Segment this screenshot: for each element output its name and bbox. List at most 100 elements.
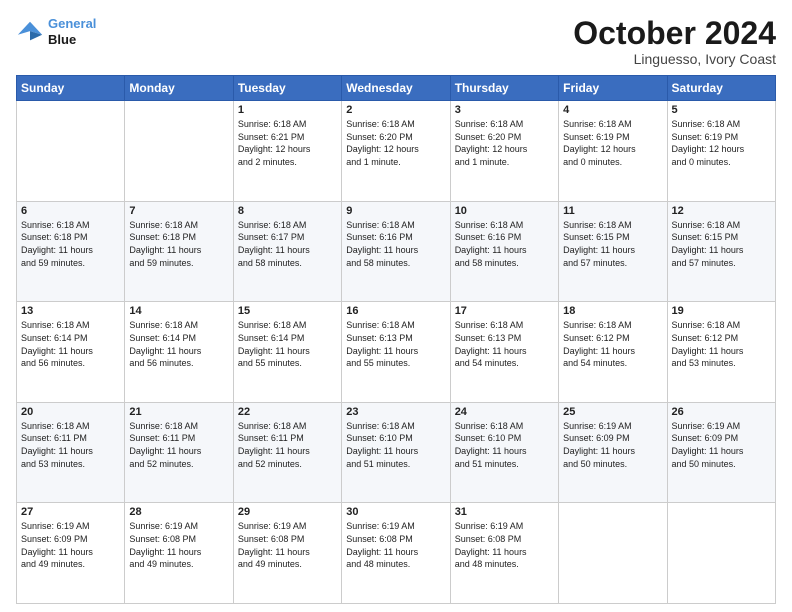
day-number: 4 xyxy=(563,104,662,116)
day-number: 10 xyxy=(455,205,554,217)
day-info: Sunrise: 6:18 AM Sunset: 6:16 PM Dayligh… xyxy=(455,219,554,269)
day-number: 26 xyxy=(672,406,771,418)
calendar-cell xyxy=(667,503,775,604)
calendar-cell: 4 Sunrise: 6:18 AM Sunset: 6:19 PM Daylig… xyxy=(559,101,667,202)
day-info: Sunrise: 6:19 AM Sunset: 6:09 PM Dayligh… xyxy=(672,420,771,470)
calendar-cell xyxy=(559,503,667,604)
day-info: Sunrise: 6:19 AM Sunset: 6:09 PM Dayligh… xyxy=(21,520,120,570)
calendar-cell: 7Sunrise: 6:18 AM Sunset: 6:18 PM Daylig… xyxy=(125,201,233,302)
logo-icon xyxy=(16,18,44,46)
day-number: 14 xyxy=(129,305,228,317)
day-info: Sunrise: 6:18 AM Sunset: 6:11 PM Dayligh… xyxy=(21,420,120,470)
calendar-cell: 13 Sunrise: 6:18 AM Sunset: 6:14 PM Dayli… xyxy=(17,302,125,403)
day-number: 22 xyxy=(238,406,337,418)
day-number: 29 xyxy=(238,506,337,518)
calendar-cell: 26 Sunrise: 6:19 AM Sunset: 6:09 PM Dayli… xyxy=(667,402,775,503)
week-row-1: 1 Sunrise: 6:18 AM Sunset: 6:21 PM Daylig… xyxy=(17,101,776,202)
calendar-cell: 5 Sunrise: 6:18 AM Sunset: 6:19 PM Daylig… xyxy=(667,101,775,202)
day-info: Sunrise: 6:18 AM Sunset: 6:21 PM Dayligh… xyxy=(238,118,337,168)
day-info: Sunrise: 6:18 AM Sunset: 6:15 PM Dayligh… xyxy=(672,219,771,269)
weekday-header-tuesday: Tuesday xyxy=(233,76,341,101)
day-number: 25 xyxy=(563,406,662,418)
day-info: Sunrise: 6:18 AM Sunset: 6:12 PM Dayligh… xyxy=(563,319,662,369)
month-title: October 2024 xyxy=(573,16,776,51)
day-number: 24 xyxy=(455,406,554,418)
day-info: Sunrise: 6:18 AM Sunset: 6:16 PM Dayligh… xyxy=(346,219,445,269)
calendar-cell: 18Sunrise: 6:18 AM Sunset: 6:12 PM Dayli… xyxy=(559,302,667,403)
calendar-cell: 24 Sunrise: 6:18 AM Sunset: 6:10 PM Dayli… xyxy=(450,402,558,503)
weekday-header-sunday: Sunday xyxy=(17,76,125,101)
calendar-cell: 6Sunrise: 6:18 AM Sunset: 6:18 PM Daylig… xyxy=(17,201,125,302)
day-info: Sunrise: 6:18 AM Sunset: 6:12 PM Dayligh… xyxy=(672,319,771,369)
day-number: 2 xyxy=(346,104,445,116)
week-row-3: 13 Sunrise: 6:18 AM Sunset: 6:14 PM Dayli… xyxy=(17,302,776,403)
day-info: Sunrise: 6:18 AM Sunset: 6:14 PM Dayligh… xyxy=(238,319,337,369)
day-info: Sunrise: 6:19 AM Sunset: 6:08 PM Dayligh… xyxy=(455,520,554,570)
weekday-header-row: SundayMondayTuesdayWednesdayThursdayFrid… xyxy=(17,76,776,101)
day-number: 28 xyxy=(129,506,228,518)
day-number: 30 xyxy=(346,506,445,518)
calendar-cell: 2 Sunrise: 6:18 AM Sunset: 6:20 PM Daylig… xyxy=(342,101,450,202)
calendar-cell: 19 Sunrise: 6:18 AM Sunset: 6:12 PM Dayli… xyxy=(667,302,775,403)
day-info: Sunrise: 6:18 AM Sunset: 6:20 PM Dayligh… xyxy=(346,118,445,168)
day-number: 1 xyxy=(238,104,337,116)
day-info: Sunrise: 6:18 AM Sunset: 6:10 PM Dayligh… xyxy=(346,420,445,470)
day-info: Sunrise: 6:18 AM Sunset: 6:20 PM Dayligh… xyxy=(455,118,554,168)
calendar-cell: 9 Sunrise: 6:18 AM Sunset: 6:16 PM Daylig… xyxy=(342,201,450,302)
calendar-cell: 27Sunrise: 6:19 AM Sunset: 6:09 PM Dayli… xyxy=(17,503,125,604)
calendar-cell: 23 Sunrise: 6:18 AM Sunset: 6:10 PM Dayli… xyxy=(342,402,450,503)
logo-text: General Blue xyxy=(48,16,96,47)
calendar-cell: 20Sunrise: 6:18 AM Sunset: 6:11 PM Dayli… xyxy=(17,402,125,503)
day-number: 7 xyxy=(129,205,228,217)
calendar-cell: 21 Sunrise: 6:18 AM Sunset: 6:11 PM Dayli… xyxy=(125,402,233,503)
day-info: Sunrise: 6:18 AM Sunset: 6:11 PM Dayligh… xyxy=(238,420,337,470)
day-number: 21 xyxy=(129,406,228,418)
day-number: 31 xyxy=(455,506,554,518)
day-info: Sunrise: 6:18 AM Sunset: 6:19 PM Dayligh… xyxy=(672,118,771,168)
day-number: 16 xyxy=(346,305,445,317)
calendar-cell: 1 Sunrise: 6:18 AM Sunset: 6:21 PM Daylig… xyxy=(233,101,341,202)
calendar-cell xyxy=(125,101,233,202)
day-number: 8 xyxy=(238,205,337,217)
calendar-cell: 15 Sunrise: 6:18 AM Sunset: 6:14 PM Dayli… xyxy=(233,302,341,403)
day-info: Sunrise: 6:18 AM Sunset: 6:15 PM Dayligh… xyxy=(563,219,662,269)
day-number: 3 xyxy=(455,104,554,116)
calendar-cell: 28 Sunrise: 6:19 AM Sunset: 6:08 PM Dayli… xyxy=(125,503,233,604)
day-info: Sunrise: 6:19 AM Sunset: 6:08 PM Dayligh… xyxy=(238,520,337,570)
day-info: Sunrise: 6:18 AM Sunset: 6:10 PM Dayligh… xyxy=(455,420,554,470)
day-info: Sunrise: 6:18 AM Sunset: 6:17 PM Dayligh… xyxy=(238,219,337,269)
day-info: Sunrise: 6:18 AM Sunset: 6:14 PM Dayligh… xyxy=(21,319,120,369)
day-number: 6 xyxy=(21,205,120,217)
calendar-cell: 17Sunrise: 6:18 AM Sunset: 6:13 PM Dayli… xyxy=(450,302,558,403)
day-info: Sunrise: 6:18 AM Sunset: 6:19 PM Dayligh… xyxy=(563,118,662,168)
weekday-header-saturday: Saturday xyxy=(667,76,775,101)
calendar-cell: 31 Sunrise: 6:19 AM Sunset: 6:08 PM Dayli… xyxy=(450,503,558,604)
calendar-cell: 14Sunrise: 6:18 AM Sunset: 6:14 PM Dayli… xyxy=(125,302,233,403)
page: General Blue October 2024 Linguesso, Ivo… xyxy=(0,0,792,612)
day-info: Sunrise: 6:19 AM Sunset: 6:08 PM Dayligh… xyxy=(346,520,445,570)
day-number: 11 xyxy=(563,205,662,217)
calendar-cell: 11 Sunrise: 6:18 AM Sunset: 6:15 PM Dayli… xyxy=(559,201,667,302)
calendar-cell xyxy=(17,101,125,202)
day-number: 15 xyxy=(238,305,337,317)
day-number: 23 xyxy=(346,406,445,418)
day-number: 19 xyxy=(672,305,771,317)
location: Linguesso, Ivory Coast xyxy=(573,51,776,67)
weekday-header-monday: Monday xyxy=(125,76,233,101)
day-number: 9 xyxy=(346,205,445,217)
day-info: Sunrise: 6:19 AM Sunset: 6:09 PM Dayligh… xyxy=(563,420,662,470)
calendar-cell: 29 Sunrise: 6:19 AM Sunset: 6:08 PM Dayli… xyxy=(233,503,341,604)
title-block: October 2024 Linguesso, Ivory Coast xyxy=(573,16,776,67)
calendar-cell: 30 Sunrise: 6:19 AM Sunset: 6:08 PM Dayli… xyxy=(342,503,450,604)
day-number: 13 xyxy=(21,305,120,317)
logo: General Blue xyxy=(16,16,96,47)
calendar-table: SundayMondayTuesdayWednesdayThursdayFrid… xyxy=(16,75,776,604)
week-row-4: 20Sunrise: 6:18 AM Sunset: 6:11 PM Dayli… xyxy=(17,402,776,503)
calendar-cell: 10 Sunrise: 6:18 AM Sunset: 6:16 PM Dayli… xyxy=(450,201,558,302)
day-number: 17 xyxy=(455,305,554,317)
day-info: Sunrise: 6:18 AM Sunset: 6:11 PM Dayligh… xyxy=(129,420,228,470)
day-number: 5 xyxy=(672,104,771,116)
day-info: Sunrise: 6:19 AM Sunset: 6:08 PM Dayligh… xyxy=(129,520,228,570)
day-number: 12 xyxy=(672,205,771,217)
calendar-cell: 8 Sunrise: 6:18 AM Sunset: 6:17 PM Daylig… xyxy=(233,201,341,302)
